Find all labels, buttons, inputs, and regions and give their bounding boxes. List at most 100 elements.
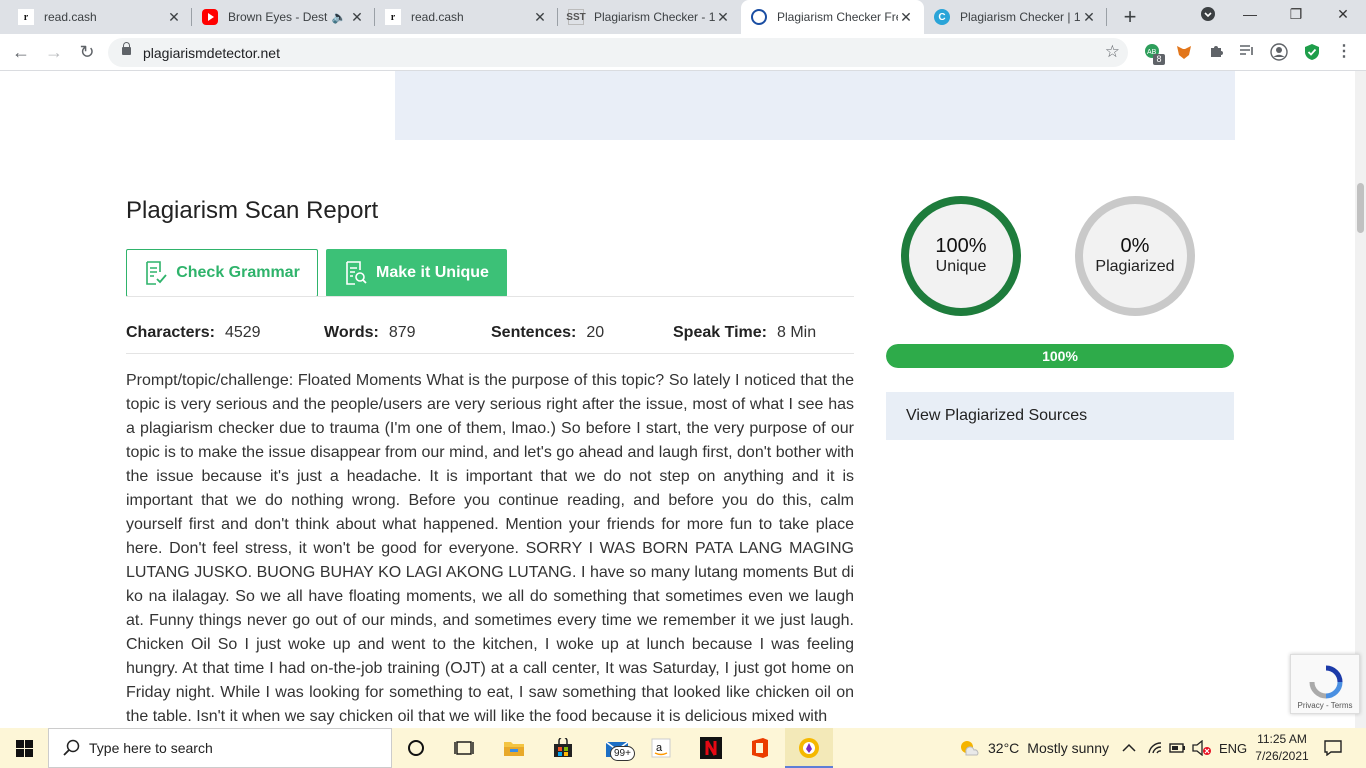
language-indicator[interactable]: ENG (1219, 728, 1247, 768)
make-unique-label: Make it Unique (376, 264, 489, 281)
unique-percent: 100% (935, 235, 987, 257)
new-tab-button[interactable]: + (1118, 4, 1142, 30)
close-tab-icon[interactable]: ✕ (532, 9, 548, 26)
metamask-fox-icon[interactable] (1175, 43, 1193, 61)
tray-chevron-up-icon[interactable] (1122, 728, 1136, 768)
minimize-button[interactable]: — (1240, 6, 1260, 22)
close-tab-icon[interactable]: ✕ (1081, 9, 1097, 26)
divider (126, 296, 854, 297)
plagiarized-percent: 0% (1120, 235, 1150, 257)
readcash-icon: r (385, 9, 401, 25)
uniqueness-progress-bar: 100% (886, 344, 1234, 368)
audio-playing-icon[interactable]: 🔈 (329, 10, 349, 24)
taskbar-search-input[interactable]: Type here to search (48, 728, 392, 768)
tab-search-button[interactable] (1198, 6, 1218, 25)
address-bar[interactable]: plagiarismdetector.net ☆ (108, 38, 1128, 67)
browser-tab-strip: r read.cash ✕ Brown Eyes - Dest 🔈 ✕ r re… (0, 0, 1366, 34)
close-tab-icon[interactable]: ✕ (898, 9, 914, 26)
tab-title: Plagiarism Checker Fre (777, 10, 898, 24)
tab-title: Plagiarism Checker - 1 (594, 10, 715, 24)
search-icon (63, 739, 80, 756)
profile-avatar-icon[interactable] (1270, 43, 1288, 61)
page-scrollbar[interactable] (1355, 71, 1366, 728)
system-clock[interactable]: 11:25 AM 7/26/2021 (1252, 731, 1312, 765)
shield-check-icon[interactable] (1303, 43, 1321, 61)
tab-youtube[interactable]: Brown Eyes - Dest 🔈 ✕ (192, 0, 375, 34)
scrollbar-thumb[interactable] (1357, 183, 1364, 233)
page-title: Plagiarism Scan Report (126, 197, 379, 224)
plagiarized-label: Plagiarized (1095, 258, 1175, 275)
windows-logo-icon (15, 739, 33, 757)
forward-button[interactable]: → (43, 41, 65, 63)
windows-taskbar: Type here to search 99+ a 32°C Mostly su… (0, 728, 1366, 768)
view-sources-label: View Plagiarized Sources (906, 407, 1088, 424)
stat-sentences: Sentences: 20 (491, 324, 604, 342)
amazon-icon[interactable]: a (649, 736, 673, 760)
reading-list-icon[interactable] (1238, 43, 1256, 61)
maximize-button[interactable]: ❐ (1286, 6, 1306, 23)
stat-characters: Characters: 4529 (126, 324, 261, 342)
weather-description: Mostly sunny (1027, 740, 1109, 756)
reload-button[interactable]: ↻ (76, 41, 98, 63)
microsoft-store-icon[interactable] (551, 736, 575, 760)
office-icon[interactable] (748, 736, 772, 760)
bookmark-star-icon[interactable]: ☆ (1105, 42, 1120, 62)
plagiarized-score-ring: 0% Plagiarized (1075, 196, 1195, 316)
progress-label: 100% (1042, 348, 1078, 364)
puzzle-extensions-icon[interactable] (1207, 43, 1225, 61)
words-value: 879 (388, 324, 416, 341)
stat-speak-time: Speak Time: 8 Min (673, 324, 816, 342)
characters-value: 4529 (224, 324, 261, 341)
sentences-label: Sentences: (491, 324, 577, 341)
extension-badge: 8 (1153, 54, 1165, 65)
plagiarismdetector-icon (751, 9, 767, 25)
tab-title: Brown Eyes - Dest (228, 10, 328, 24)
scanned-text: Prompt/topic/challenge: Floated Moments … (126, 372, 854, 725)
tab-title: Plagiarism Checker | 1 (960, 10, 1081, 24)
netflix-icon[interactable] (699, 736, 723, 760)
check-grammar-label: Check Grammar (176, 264, 300, 281)
close-tab-icon[interactable]: ✕ (166, 9, 182, 26)
file-explorer-icon[interactable] (502, 736, 526, 760)
view-plagiarized-sources-button[interactable]: View Plagiarized Sources (886, 392, 1234, 440)
back-button[interactable]: ← (10, 41, 32, 63)
checker-icon: C (934, 9, 950, 25)
notifications-icon[interactable] (1324, 728, 1342, 768)
clock-date: 7/26/2021 (1255, 749, 1309, 763)
cortana-icon[interactable] (404, 736, 428, 760)
tab-sst-plagiarism[interactable]: SST Plagiarism Checker - 1 ✕ (558, 0, 741, 34)
volume-muted-icon[interactable] (1192, 728, 1212, 768)
make-unique-button[interactable]: Make it Unique (326, 249, 507, 297)
rewrite-document-icon (346, 261, 367, 285)
tab-readcash-1[interactable]: r read.cash ✕ (8, 0, 192, 34)
tab-readcash-2[interactable]: r read.cash ✕ (375, 0, 558, 34)
start-button[interactable] (0, 728, 48, 768)
close-window-button[interactable]: ✕ (1333, 6, 1353, 23)
close-tab-icon[interactable]: ✕ (349, 9, 365, 26)
tab-title: read.cash (411, 10, 464, 24)
mail-icon[interactable]: 99+ (600, 736, 636, 761)
weather-widget[interactable]: 32°C Mostly sunny (958, 728, 1109, 768)
progress-fill: 100% (886, 344, 1234, 368)
close-tab-icon[interactable]: ✕ (715, 9, 731, 26)
menu-kebab-icon[interactable]: ⋮ (1335, 43, 1353, 61)
brave-browser-icon[interactable] (797, 736, 821, 760)
tab-plagiarismdetector-active[interactable]: Plagiarism Checker Fre ✕ (741, 0, 924, 34)
tab-plagiarism-checker[interactable]: C Plagiarism Checker | 1 ✕ (924, 0, 1107, 34)
unique-label: Unique (935, 258, 987, 275)
grammar-document-icon (146, 261, 167, 285)
youtube-icon (202, 9, 218, 25)
battery-icon[interactable] (1169, 728, 1187, 768)
mail-badge: 99+ (610, 746, 635, 761)
wifi-icon[interactable] (1147, 728, 1165, 768)
characters-label: Characters: (126, 324, 215, 341)
unique-score-ring: 100% Unique (901, 196, 1021, 316)
clock-time: 11:25 AM (1257, 732, 1307, 746)
recaptcha-links[interactable]: Privacy - Terms (1291, 701, 1359, 710)
check-grammar-button[interactable]: Check Grammar (126, 249, 318, 297)
divider (126, 353, 854, 354)
ad-placeholder (395, 71, 1235, 140)
recaptcha-badge[interactable]: Privacy - Terms (1290, 654, 1360, 714)
task-view-icon[interactable] (452, 736, 476, 760)
url-text[interactable]: plagiarismdetector.net (143, 45, 280, 61)
